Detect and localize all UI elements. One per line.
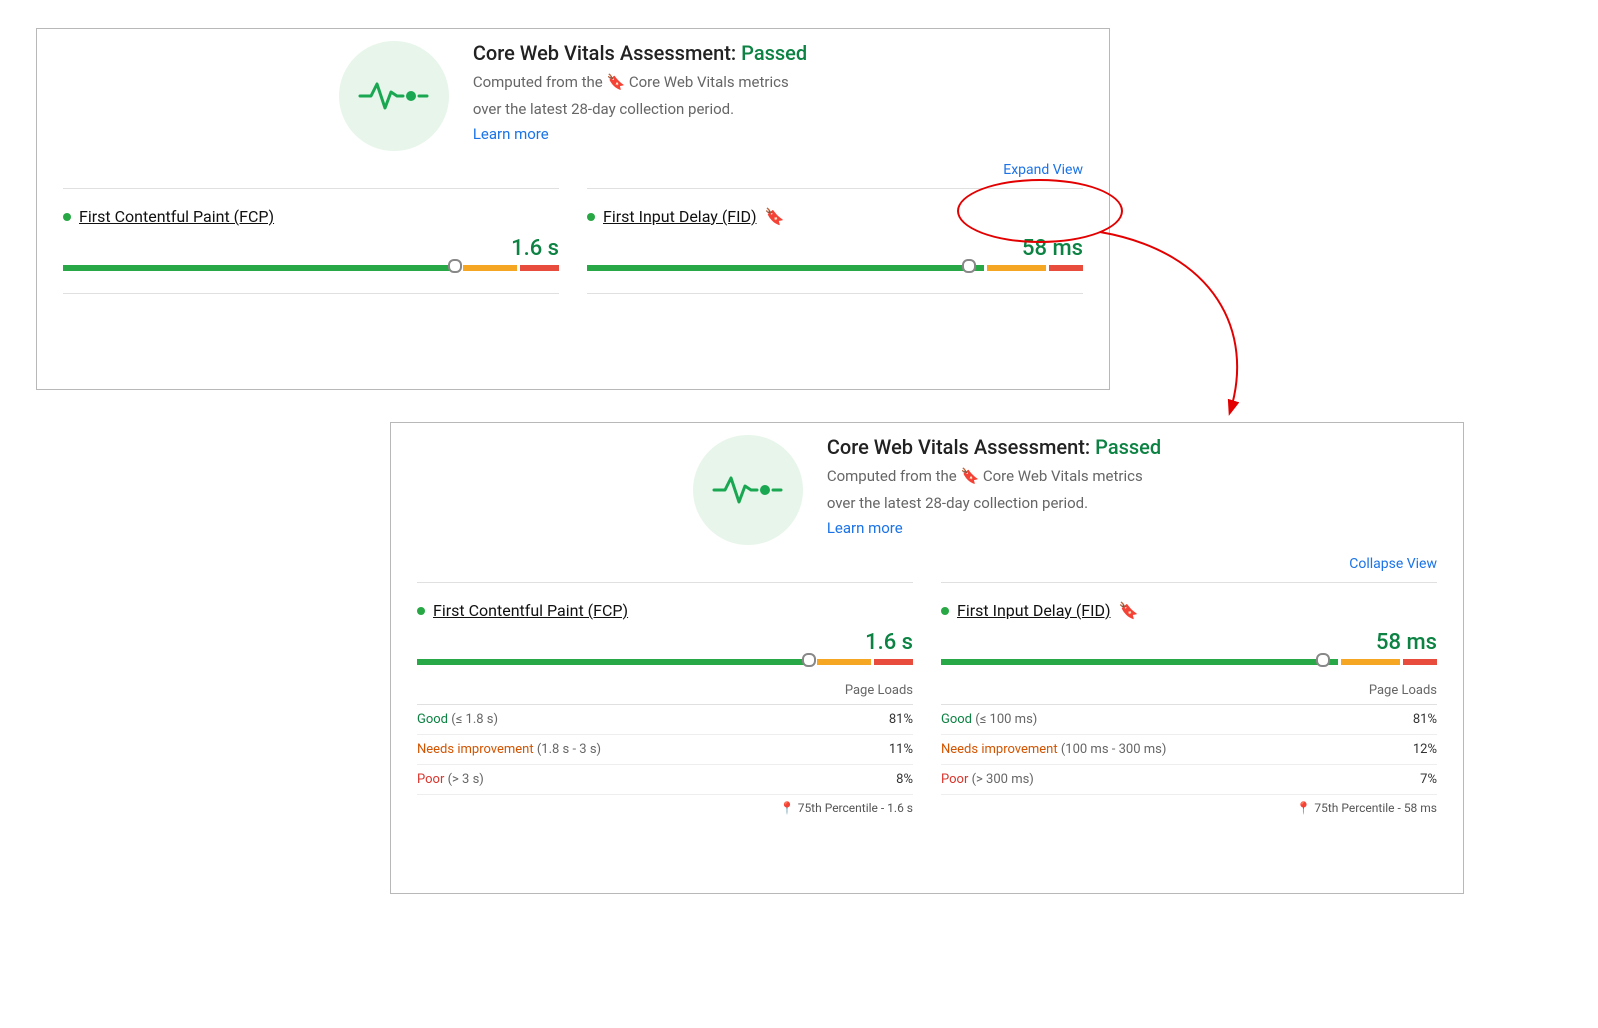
dist-header: Page Loads [417,677,913,705]
percentile-marker [802,653,816,667]
status-dot [587,213,595,221]
dist-row: Good (≤ 1.8 s)81% [417,705,913,735]
assessment-title: Core Web Vitals Assessment: Passed [473,41,807,65]
dist-row: Needs improvement (100 ms - 300 ms)12% [941,735,1437,765]
assessment-status: Passed [1095,435,1161,459]
percentile-footnote: 📍 75th Percentile - 58 ms [941,795,1437,815]
metric-value-fid: 58 ms [941,630,1437,655]
metric-value-fid: 58 ms [587,236,1083,261]
metric-value-fcp: 1.6 s [63,236,559,261]
cwv-panel-collapsed: Core Web Vitals Assessment: Passed Compu… [36,28,1110,390]
cwv-panel-expanded: Core Web Vitals Assessment: Passed Compu… [390,422,1464,894]
status-dot [941,607,949,615]
pulse-icon [693,435,803,545]
metric-value-fcp: 1.6 s [417,630,913,655]
metric-fid: First Input Delay (FID) 🔖 58 ms [587,188,1083,294]
assessment-desc-line1: Computed from the 🔖 Core Web Vitals metr… [827,465,1161,488]
bookmark-icon: 🔖 [1119,601,1139,620]
bookmark-icon: 🔖 [606,73,625,91]
assessment-desc-line2: over the latest 28-day collection period… [473,98,807,121]
expand-view-button[interactable]: Expand View [1003,162,1083,178]
cwv-header: Core Web Vitals Assessment: Passed Compu… [37,29,1109,151]
metric-bar-fcp [417,659,913,665]
metrics-row: First Contentful Paint (FCP) 1.6 s First… [37,188,1109,294]
percentile-marker [962,259,976,273]
assessment-title: Core Web Vitals Assessment: Passed [827,435,1161,459]
metric-fid: First Input Delay (FID) 🔖 58 ms Page Loa… [941,582,1437,815]
assessment-status: Passed [741,41,807,65]
distribution-table-fid: Page LoadsGood (≤ 100 ms)81%Needs improv… [941,677,1437,815]
metric-title-fcp[interactable]: First Contentful Paint (FCP) [79,207,274,226]
distribution-table-fcp: Page LoadsGood (≤ 1.8 s)81%Needs improve… [417,677,913,815]
percentile-marker [448,259,462,273]
bookmark-icon: 🔖 [765,207,785,226]
bookmark-icon: 🔖 [960,467,979,485]
metric-title-fcp[interactable]: First Contentful Paint (FCP) [433,601,628,620]
status-dot [417,607,425,615]
metric-bar-fid [941,659,1437,665]
metric-fcp: First Contentful Paint (FCP) 1.6 s [63,188,559,294]
learn-more-link[interactable]: Learn more [827,519,903,537]
percentile-marker [1316,653,1330,667]
dist-row: Needs improvement (1.8 s - 3 s)11% [417,735,913,765]
dist-row: Poor (> 3 s)8% [417,765,913,795]
dist-row: Poor (> 300 ms)7% [941,765,1437,795]
title-prefix: Core Web Vitals Assessment: [473,41,741,65]
assessment-desc-line2: over the latest 28-day collection period… [827,492,1161,515]
assessment-desc-line1: Computed from the 🔖 Core Web Vitals metr… [473,71,807,94]
metric-bar-fid [587,265,1083,271]
metric-fcp: First Contentful Paint (FCP) 1.6 s Page … [417,582,913,815]
cwv-header: Core Web Vitals Assessment: Passed Compu… [391,423,1463,545]
metrics-row: First Contentful Paint (FCP) 1.6 s Page … [391,582,1463,815]
dist-header: Page Loads [941,677,1437,705]
header-text: Core Web Vitals Assessment: Passed Compu… [473,41,807,151]
learn-more-link[interactable]: Learn more [473,125,549,143]
header-text: Core Web Vitals Assessment: Passed Compu… [827,435,1161,545]
metric-title-fid[interactable]: First Input Delay (FID) [603,207,757,226]
percentile-footnote: 📍 75th Percentile - 1.6 s [417,795,913,815]
metric-bar-fcp [63,265,559,271]
collapse-view-button[interactable]: Collapse View [1349,556,1437,572]
metric-title-fid[interactable]: First Input Delay (FID) [957,601,1111,620]
pulse-icon [339,41,449,151]
status-dot [63,213,71,221]
dist-row: Good (≤ 100 ms)81% [941,705,1437,735]
